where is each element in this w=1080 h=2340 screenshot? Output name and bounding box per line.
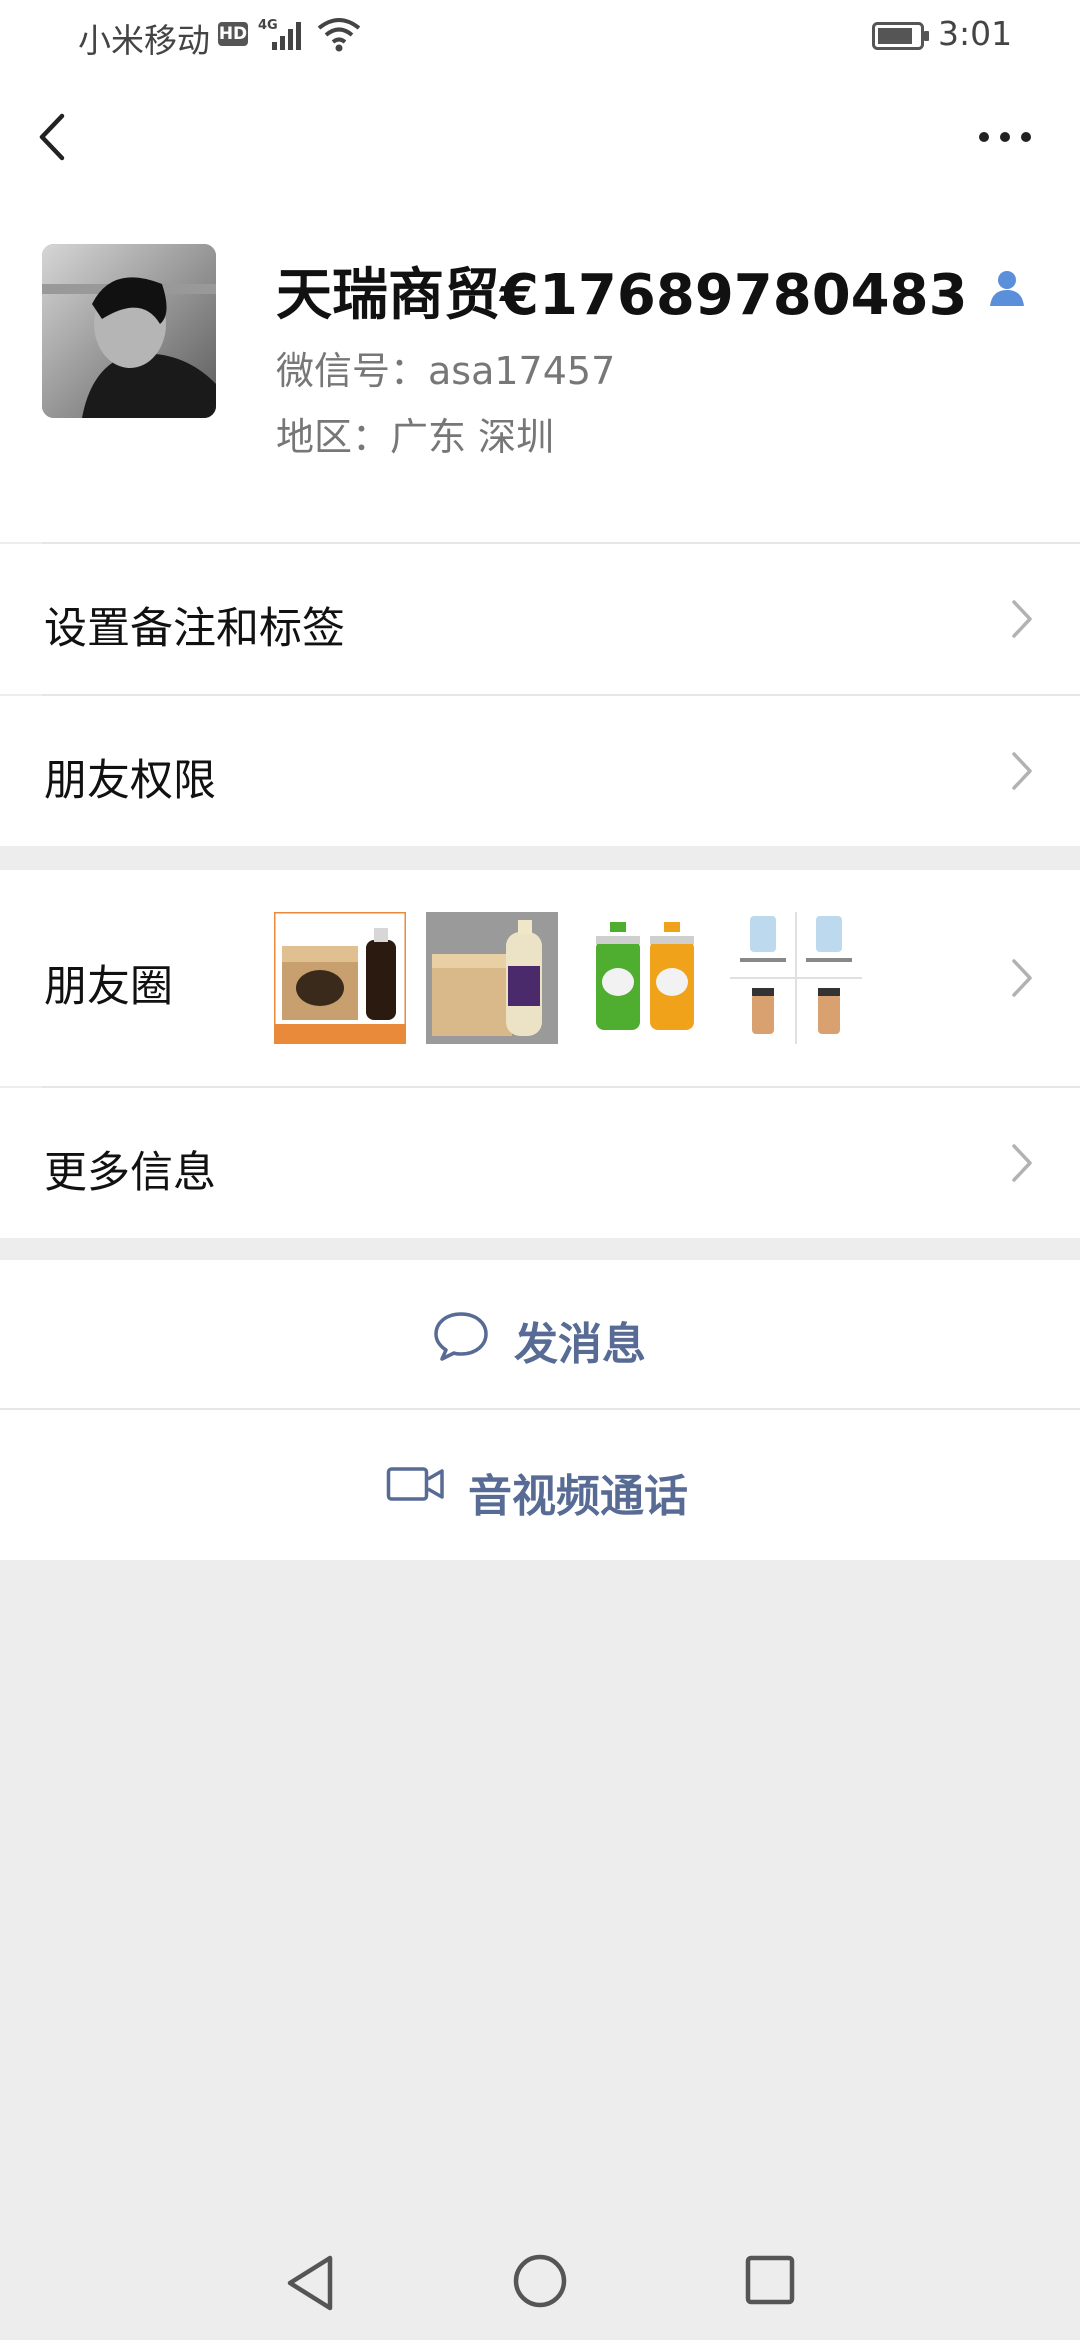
send-message-button[interactable]: 发消息 <box>0 1260 1080 1408</box>
more-info-row[interactable]: 更多信息 <box>0 1088 1080 1238</box>
chevron-right-icon <box>1012 600 1032 638</box>
carrier-name: 小米移动 <box>78 21 210 60</box>
battery-icon <box>872 22 929 50</box>
moments-thumbnail[interactable] <box>274 912 406 1044</box>
chat-bubble-icon <box>434 1312 488 1361</box>
moments-label: 朋友圈 <box>44 962 173 1012</box>
wechat-id: 微信号：asa17457 <box>276 349 616 393</box>
remark-and-tags-row[interactable]: 设置备注和标签 <box>0 544 1080 694</box>
recents-square-icon[interactable] <box>744 2254 796 2306</box>
video-call-button[interactable]: 音视频通话 <box>0 1410 1080 1560</box>
remark-and-tags-label: 设置备注和标签 <box>44 604 345 654</box>
wifi-icon <box>317 18 361 52</box>
friend-permissions-row[interactable]: 朋友权限 <box>0 696 1080 846</box>
moments-thumbnail[interactable] <box>578 912 710 1044</box>
more-dots-icon[interactable] <box>960 112 1050 162</box>
home-circle-icon[interactable] <box>512 2252 568 2310</box>
friend-permissions-label: 朋友权限 <box>44 756 216 806</box>
avatar-photo <box>42 244 216 418</box>
region: 地区：广东 深圳 <box>276 415 555 459</box>
video-call-label: 音视频通话 <box>468 1471 688 1522</box>
avatar[interactable] <box>42 244 216 418</box>
more-info-label: 更多信息 <box>44 1148 216 1198</box>
moments-thumbnail[interactable] <box>730 912 862 1044</box>
moments-row[interactable]: 朋友圈 <box>0 870 1080 1086</box>
signal-icon <box>272 22 301 50</box>
chevron-right-icon <box>1012 752 1032 790</box>
send-message-label: 发消息 <box>514 1319 646 1370</box>
back-triangle-icon[interactable] <box>282 2252 338 2314</box>
video-camera-icon <box>386 1467 444 1501</box>
back-icon[interactable] <box>22 102 86 172</box>
chevron-right-icon <box>1012 959 1032 997</box>
status-bar: 小米移动 HD 4G 3:01 <box>0 0 1080 72</box>
hd-badge: HD <box>218 22 248 46</box>
chevron-right-icon <box>1012 1144 1032 1182</box>
top-nav-bar <box>0 72 1080 202</box>
name-row: 天瑞商贸€17689780483 <box>276 250 1027 331</box>
contact-person-icon <box>989 270 1024 306</box>
clock: 3:01 <box>938 14 1013 53</box>
contact-name: 天瑞商贸€17689780483 <box>276 263 968 328</box>
moments-thumbnail[interactable] <box>426 912 558 1044</box>
system-navigation-bar <box>0 2230 1080 2340</box>
profile-header: 天瑞商贸€17689780483 微信号：asa17457 地区：广东 深圳 <box>0 202 1080 544</box>
